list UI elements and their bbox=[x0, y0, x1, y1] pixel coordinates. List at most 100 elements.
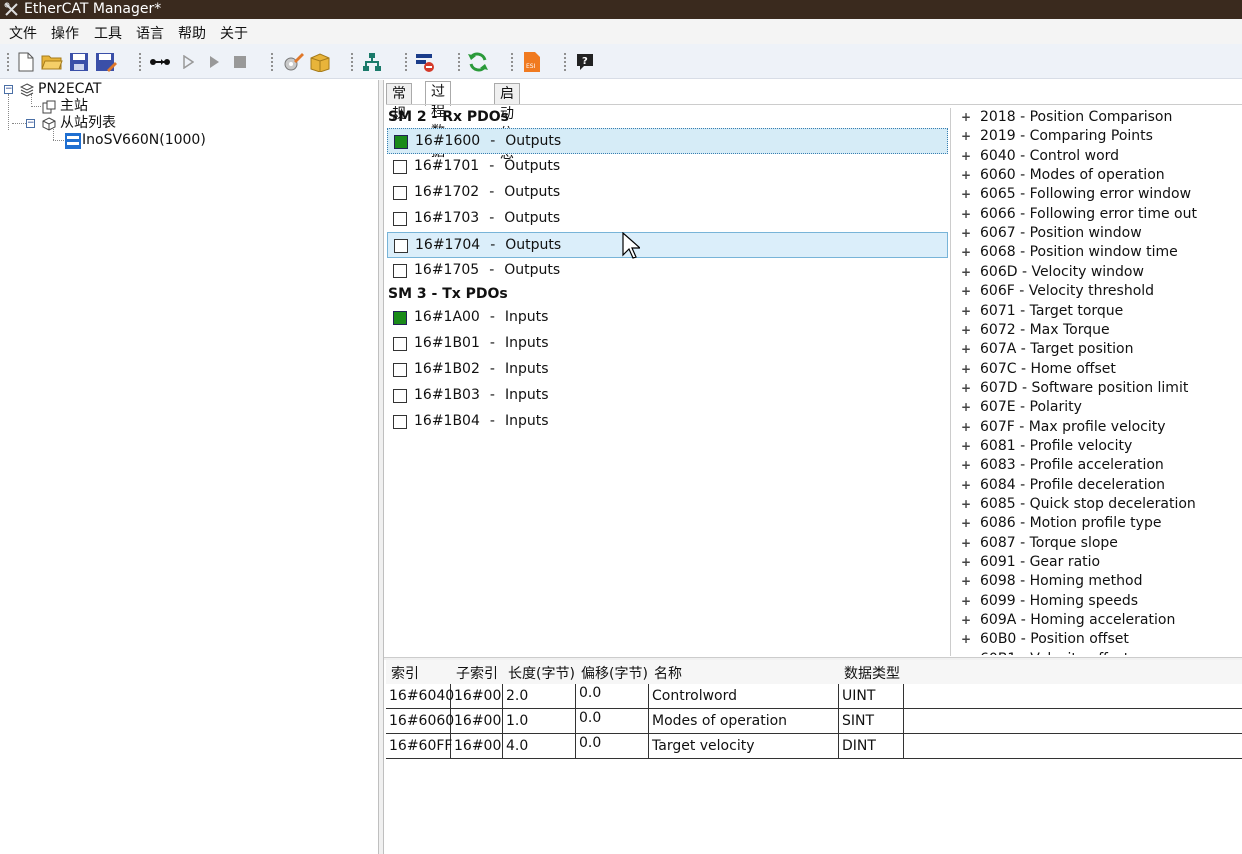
col-index[interactable]: 索引 bbox=[391, 663, 419, 683]
new-file-icon[interactable] bbox=[15, 51, 37, 73]
expand-plus-icon[interactable]: + bbox=[961, 592, 971, 610]
pdo-row[interactable]: 16#1A00- Inputs bbox=[387, 305, 948, 331]
expand-plus-icon[interactable]: + bbox=[961, 224, 971, 242]
expand-plus-icon[interactable]: + bbox=[961, 108, 971, 126]
toolbar-grip[interactable] bbox=[510, 52, 514, 72]
cell-datatype[interactable]: UINT bbox=[839, 684, 904, 709]
menu-help[interactable]: 帮助 bbox=[178, 23, 206, 43]
col-datatype[interactable]: 数据类型 bbox=[844, 663, 900, 683]
pdo-checkbox[interactable] bbox=[394, 135, 408, 149]
pdo-row[interactable]: 16#1705- Outputs bbox=[387, 258, 948, 284]
cell-index[interactable]: 16#6040 bbox=[386, 684, 454, 709]
col-subindex[interactable]: 子索引 bbox=[456, 663, 498, 683]
table-row[interactable]: 16#60FF 16#00 4.0 0.0 Target velocity DINT bbox=[386, 734, 1242, 759]
pdo-checkbox[interactable] bbox=[393, 186, 407, 200]
pdo-checkbox[interactable] bbox=[393, 160, 407, 174]
expand-plus-icon[interactable]: + bbox=[961, 205, 971, 223]
collapse-icon[interactable]: − bbox=[4, 85, 13, 94]
expand-plus-icon[interactable]: + bbox=[961, 437, 971, 455]
expand-plus-icon[interactable]: + bbox=[961, 398, 971, 416]
configure-icon[interactable] bbox=[282, 51, 304, 73]
pdo-checkbox[interactable] bbox=[393, 311, 407, 325]
save-icon[interactable] bbox=[68, 51, 90, 73]
table-row[interactable]: 16#6040 16#00 2.0 0.0 Controlword UINT bbox=[386, 684, 1242, 709]
toolbar-grip[interactable] bbox=[270, 52, 274, 72]
expand-plus-icon[interactable]: + bbox=[961, 166, 971, 184]
esi-file-icon[interactable]: ESI bbox=[521, 51, 543, 73]
expand-plus-icon[interactable]: + bbox=[961, 340, 971, 358]
tab-general[interactable]: 常规 bbox=[386, 83, 412, 122]
cell-offset[interactable]: 0.0 bbox=[576, 709, 649, 734]
expand-plus-icon[interactable]: + bbox=[961, 456, 971, 474]
help-icon[interactable]: ? bbox=[574, 51, 596, 73]
expand-plus-icon[interactable]: + bbox=[961, 321, 971, 339]
expand-plus-icon[interactable]: + bbox=[961, 282, 971, 300]
device-icon[interactable] bbox=[414, 51, 436, 73]
expand-plus-icon[interactable]: + bbox=[961, 418, 971, 436]
pdo-row[interactable]: 16#1702- Outputs bbox=[387, 180, 948, 206]
package-icon[interactable] bbox=[309, 51, 331, 73]
toolbar-grip[interactable] bbox=[563, 52, 567, 72]
connect-icon[interactable] bbox=[149, 51, 171, 73]
expand-plus-icon[interactable]: + bbox=[961, 127, 971, 145]
pdo-checkbox[interactable] bbox=[393, 389, 407, 403]
expand-plus-icon[interactable]: + bbox=[961, 243, 971, 261]
collapse-icon[interactable]: − bbox=[26, 119, 35, 128]
menu-file[interactable]: 文件 bbox=[9, 23, 37, 43]
expand-plus-icon[interactable]: + bbox=[961, 534, 971, 552]
expand-plus-icon[interactable]: + bbox=[961, 630, 971, 648]
pdo-row[interactable]: 16#1B02- Inputs bbox=[387, 357, 948, 383]
tab-startup[interactable]: 启动信息 bbox=[494, 83, 520, 162]
save-as-icon[interactable] bbox=[95, 51, 117, 73]
cell-name[interactable]: Modes of operation bbox=[649, 709, 839, 734]
expand-plus-icon[interactable]: + bbox=[961, 495, 971, 513]
menu-tools[interactable]: 工具 bbox=[94, 23, 122, 43]
cell-datatype[interactable]: SINT bbox=[839, 709, 904, 734]
tab-process-data[interactable]: 过程数据 bbox=[425, 81, 451, 160]
vertical-splitter[interactable] bbox=[379, 80, 384, 854]
object-dictionary-list[interactable]: +2018 - Position Comparison +2019 - Compa… bbox=[951, 108, 1242, 655]
pdo-checkbox[interactable] bbox=[393, 212, 407, 226]
expand-plus-icon[interactable]: + bbox=[961, 185, 971, 203]
pdo-row[interactable]: 16#1B01- Inputs bbox=[387, 331, 948, 357]
cell-length[interactable]: 4.0 bbox=[503, 734, 576, 759]
play-icon[interactable] bbox=[203, 51, 225, 73]
col-length[interactable]: 长度(字节) bbox=[508, 663, 575, 683]
open-folder-icon[interactable] bbox=[41, 51, 63, 73]
cell-datatype[interactable]: DINT bbox=[839, 734, 904, 759]
pdo-row[interactable]: 16#1703- Outputs bbox=[387, 206, 948, 232]
expand-plus-icon[interactable]: + bbox=[961, 147, 971, 165]
cell-length[interactable]: 1.0 bbox=[503, 709, 576, 734]
pdo-row[interactable]: 16#1600- Outputs bbox=[387, 128, 948, 154]
cell-name[interactable]: Target velocity bbox=[649, 734, 839, 759]
toolbar-grip[interactable] bbox=[6, 52, 10, 72]
toolbar-grip[interactable] bbox=[350, 52, 354, 72]
menu-about[interactable]: 关于 bbox=[220, 23, 248, 43]
toolbar-grip[interactable] bbox=[138, 52, 142, 72]
cell-index[interactable]: 16#60FF bbox=[386, 734, 452, 759]
expand-plus-icon[interactable]: + bbox=[961, 514, 971, 532]
cell-offset[interactable]: 0.0 bbox=[576, 684, 649, 709]
col-offset[interactable]: 偏移(字节) bbox=[581, 663, 648, 683]
network-icon[interactable] bbox=[361, 51, 383, 73]
menu-language[interactable]: 语言 bbox=[136, 23, 164, 43]
expand-plus-icon[interactable]: + bbox=[961, 572, 971, 590]
expand-plus-icon[interactable]: + bbox=[961, 360, 971, 378]
cell-length[interactable]: 2.0 bbox=[503, 684, 576, 709]
cell-offset[interactable]: 0.0 bbox=[576, 734, 649, 759]
toolbar-grip[interactable] bbox=[404, 52, 408, 72]
cell-subindex[interactable]: 16#00 bbox=[451, 709, 503, 734]
pdo-row[interactable]: 16#1B04- Inputs bbox=[387, 409, 948, 435]
col-name[interactable]: 名称 bbox=[654, 663, 682, 683]
expand-plus-icon[interactable]: + bbox=[961, 650, 971, 655]
expand-plus-icon[interactable]: + bbox=[961, 379, 971, 397]
pdo-row[interactable]: 16#1704- Outputs bbox=[387, 232, 948, 258]
stop-icon[interactable] bbox=[229, 51, 251, 73]
pdo-checkbox[interactable] bbox=[394, 239, 408, 253]
pdo-row[interactable]: 16#1701- Outputs bbox=[387, 154, 948, 180]
expand-plus-icon[interactable]: + bbox=[961, 263, 971, 281]
pdo-checkbox[interactable] bbox=[393, 337, 407, 351]
menu-operate[interactable]: 操作 bbox=[51, 23, 79, 43]
expand-plus-icon[interactable]: + bbox=[961, 302, 971, 320]
table-row[interactable]: 16#6060 16#00 1.0 0.0 Modes of operation SINT bbox=[386, 709, 1242, 734]
